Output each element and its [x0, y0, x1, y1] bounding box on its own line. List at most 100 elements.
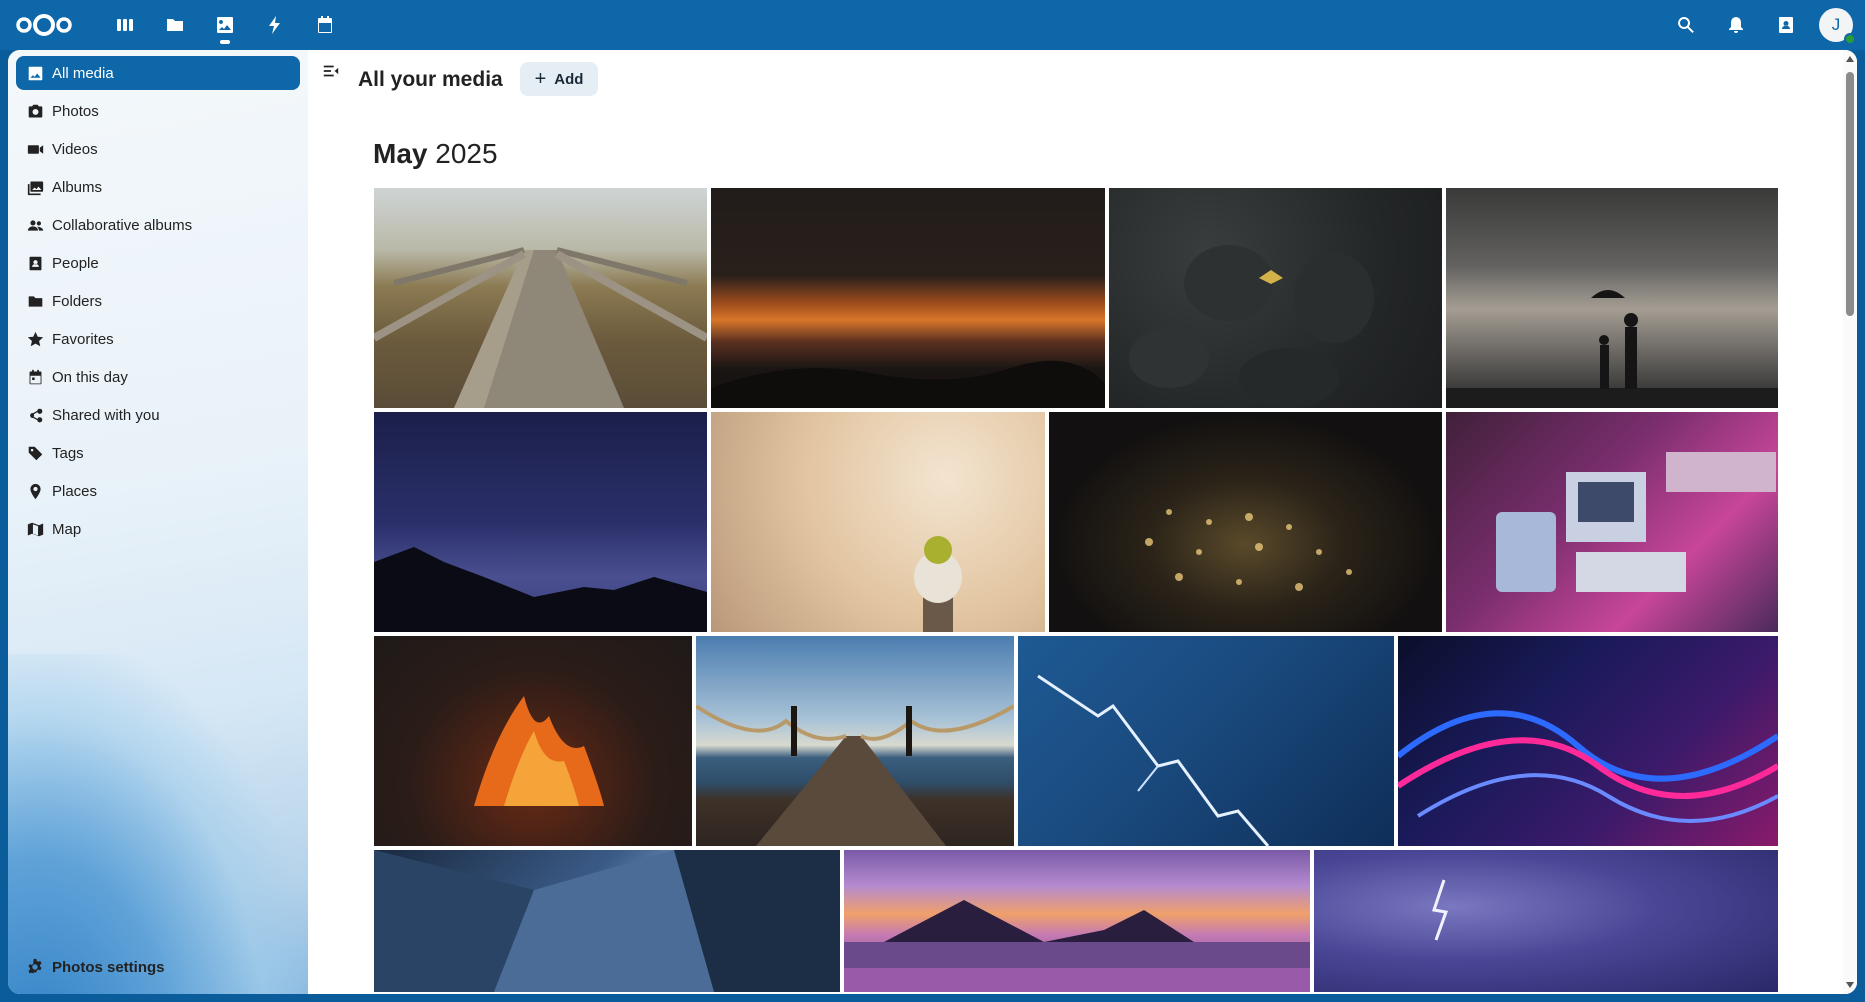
- sidebar-item-places[interactable]: Places: [16, 474, 300, 508]
- sidebar-item-label: Albums: [52, 178, 103, 196]
- photo-tile[interactable]: [374, 636, 692, 846]
- sidebar-item-photos[interactable]: Photos: [16, 94, 300, 128]
- month-year: 2025: [435, 138, 498, 169]
- avatar[interactable]: J: [1819, 8, 1856, 45]
- sidebar-item-label: Videos: [52, 140, 98, 158]
- sidebar-item-label: Favorites: [52, 330, 114, 348]
- photo-tile[interactable]: [1109, 188, 1442, 408]
- photo-tile[interactable]: [1446, 412, 1778, 632]
- storm-clouds-lightning: [1432, 879, 1449, 941]
- photo-tile[interactable]: [711, 412, 1045, 632]
- sidebar-item-albums[interactable]: Albums: [16, 170, 300, 204]
- video-icon: [26, 140, 44, 158]
- sidebar-item-label: Map: [52, 520, 82, 538]
- wooden-boardwalk: [374, 247, 707, 408]
- campfire: [474, 696, 604, 806]
- nextcloud-logo[interactable]: [14, 10, 76, 40]
- sidebar-item-label: Tags: [52, 444, 84, 462]
- folder-icon[interactable]: [150, 0, 200, 50]
- image-icon[interactable]: [200, 0, 250, 50]
- person-icon: [26, 254, 44, 272]
- share-icon: [26, 406, 44, 424]
- sidebar-toggle-icon[interactable]: [322, 62, 342, 82]
- album-icon: [26, 178, 44, 196]
- page-title: All your media: [358, 68, 503, 91]
- avatar-initial: J: [1831, 15, 1841, 34]
- plus-icon: +: [534, 68, 547, 90]
- silhouette-umbrella: [1446, 290, 1778, 408]
- lightning-blue-sky: [1037, 674, 1270, 846]
- sidebar-item-collaborative-albums[interactable]: Collaborative albums: [16, 208, 300, 242]
- image-icon: [26, 64, 44, 82]
- pin-icon: [26, 482, 44, 500]
- moth-on-rocks: [1129, 245, 1374, 408]
- bell-icon[interactable]: [1711, 0, 1761, 50]
- star-icon: [26, 330, 44, 348]
- orange-sunset-clouds: [711, 360, 1105, 408]
- add-button[interactable]: + Add: [520, 62, 598, 96]
- sidebar-item-label: Photos: [52, 102, 99, 120]
- dashboard-icon[interactable]: [100, 0, 150, 50]
- top-header: J: [0, 0, 1865, 50]
- sidebar-item-folders[interactable]: Folders: [16, 284, 300, 318]
- group-icon: [26, 216, 44, 234]
- glass-building: [374, 850, 840, 992]
- scrollbar-thumb[interactable]: [1846, 72, 1854, 316]
- photo-tile[interactable]: [374, 188, 707, 408]
- search-icon[interactable]: [1661, 0, 1711, 50]
- scrollbar[interactable]: [1843, 50, 1857, 994]
- online-status-dot: [1844, 33, 1856, 45]
- photo-tile[interactable]: [1398, 636, 1778, 846]
- tag-icon: [26, 444, 44, 462]
- month-heading: May 2025: [373, 138, 498, 170]
- sidebar-item-tags[interactable]: Tags: [16, 436, 300, 470]
- sidebar-item-map[interactable]: Map: [16, 512, 300, 546]
- scroll-up-arrow[interactable]: [1846, 56, 1854, 62]
- main-content: All your media + Add May 2025: [308, 50, 1857, 994]
- sidebar-item-favorites[interactable]: Favorites: [16, 322, 300, 356]
- sidebar-item-shared-with-you[interactable]: Shared with you: [16, 398, 300, 432]
- photo-tile[interactable]: [696, 636, 1014, 846]
- sidebar-item-label: Collaborative albums: [52, 216, 193, 234]
- sidebar-item-on-this-day[interactable]: On this day: [16, 360, 300, 394]
- glittering-water-night: [1145, 509, 1352, 591]
- neon-light-waves: [1398, 710, 1778, 823]
- calendar-icon[interactable]: [300, 0, 350, 50]
- add-button-label: Add: [554, 70, 584, 88]
- month-name: May: [373, 138, 428, 169]
- pier-rope-sea: [696, 704, 1014, 846]
- lightning-icon[interactable]: [250, 0, 300, 50]
- photo-tile[interactable]: [1446, 188, 1778, 408]
- sidebar-item-people[interactable]: People: [16, 246, 300, 280]
- app-frame: All media Photos Videos Albums Collaborative…: [8, 50, 1857, 994]
- photos-settings-label: Photos settings: [52, 958, 165, 976]
- contacts-icon[interactable]: [1761, 0, 1811, 50]
- photo-tile[interactable]: [844, 850, 1310, 992]
- photo-tile[interactable]: [711, 188, 1105, 408]
- camera-icon: [26, 102, 44, 120]
- sidebar-item-label: All media: [52, 64, 114, 82]
- sidebar: All media Photos Videos Albums Collaborative…: [8, 50, 308, 994]
- folder-icon: [26, 292, 44, 310]
- photo-tile[interactable]: [374, 412, 707, 632]
- sidebar-item-label: Shared with you: [52, 406, 160, 424]
- sidebar-item-label: People: [52, 254, 99, 272]
- photo-tile[interactable]: [1049, 412, 1442, 632]
- photo-tile[interactable]: [374, 850, 840, 992]
- photos-settings-button[interactable]: Photos settings: [26, 952, 165, 982]
- yellow-bird-on-post: [914, 536, 962, 632]
- sidebar-background: [8, 654, 308, 994]
- gear-icon: [28, 958, 42, 974]
- photo-tile[interactable]: [1018, 636, 1394, 846]
- starry-mountain-night: [374, 547, 707, 632]
- sidebar-item-all-media[interactable]: All media: [16, 56, 300, 90]
- purple-volcano-lake: [844, 900, 1310, 992]
- sidebar-item-videos[interactable]: Videos: [16, 132, 300, 166]
- sidebar-item-label: Places: [52, 482, 98, 500]
- sidebar-item-label: On this day: [52, 368, 128, 386]
- sidebar-nav: All media Photos Videos Albums Collaborative…: [16, 56, 300, 550]
- scroll-down-arrow[interactable]: [1846, 982, 1854, 988]
- map-icon: [26, 520, 44, 538]
- calendar-icon: [26, 368, 44, 386]
- photo-tile[interactable]: [1314, 850, 1778, 992]
